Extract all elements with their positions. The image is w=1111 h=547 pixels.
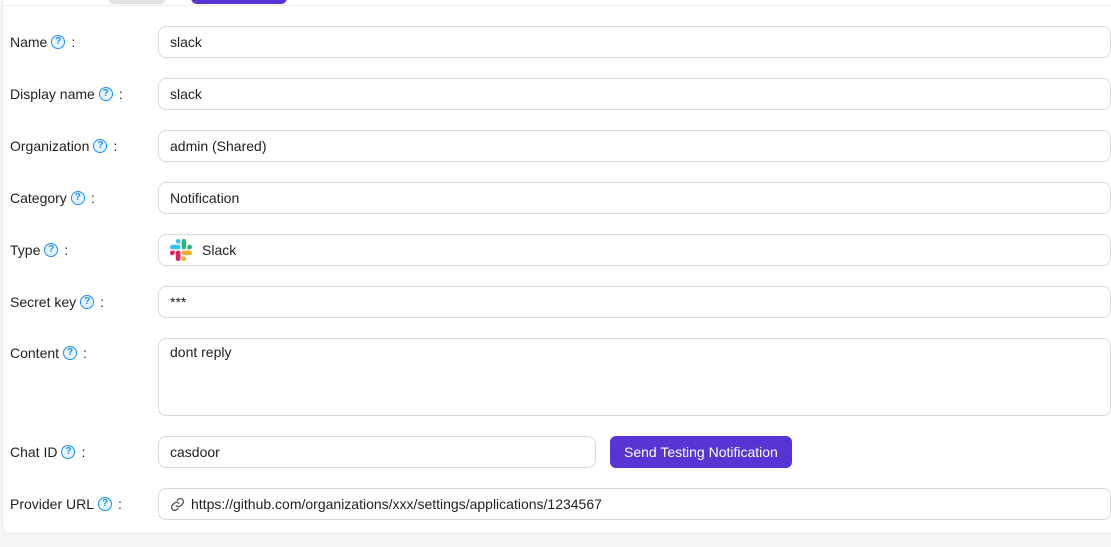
display-name-input[interactable] [158, 78, 1111, 110]
organization-label: Organization ? : [8, 138, 158, 154]
display-name-help-icon[interactable]: ? [98, 87, 113, 101]
label-colon: : [71, 34, 76, 50]
organization-label-text: Organization [10, 138, 90, 154]
provider-url-label: Provider URL ? : [8, 496, 158, 512]
organization-select[interactable]: admin (Shared) [158, 130, 1111, 162]
provider-url-label-text: Provider URL [10, 496, 95, 512]
slack-icon [170, 239, 192, 261]
display-name-label: Display name ? : [8, 86, 158, 102]
label-colon: : [100, 294, 105, 310]
provider-url-help-icon[interactable]: ? [98, 497, 113, 511]
form-row-content: Content ? : dont reply [8, 338, 1111, 416]
content-textarea[interactable]: dont reply [158, 338, 1111, 416]
label-colon: : [64, 242, 69, 258]
form-row-secret-key: Secret key ? : [8, 286, 1111, 318]
category-select-value: Notification [170, 190, 240, 206]
category-help-icon[interactable]: ? [70, 191, 85, 205]
form-row-display-name: Display name ? : [8, 78, 1111, 110]
form-row-chat-id: Chat ID ? : Send Testing Notification [8, 436, 1111, 468]
send-testing-notification-button[interactable]: Send Testing Notification [610, 436, 792, 468]
provider-url-input[interactable] [191, 490, 1099, 518]
secret-key-input[interactable] [158, 286, 1111, 318]
content-help-icon[interactable]: ? [63, 346, 78, 360]
header-primary-button-partial[interactable] [191, 0, 287, 4]
label-colon: : [113, 138, 118, 154]
form-row-type: Type ? : Slack [8, 234, 1111, 266]
secret-key-label: Secret key ? : [8, 294, 158, 310]
form-row-organization: Organization ? : admin (Shared) [8, 130, 1111, 162]
content-label-text: Content [10, 345, 60, 361]
chat-id-label-text: Chat ID [10, 444, 58, 460]
form-row-name: Name ? : [8, 26, 1111, 58]
secret-key-label-text: Secret key [10, 294, 77, 310]
type-help-icon[interactable]: ? [44, 243, 59, 257]
name-label: Name ? : [8, 34, 158, 50]
label-colon: : [118, 86, 123, 102]
name-help-icon[interactable]: ? [51, 35, 66, 49]
type-select[interactable]: Slack [158, 234, 1111, 266]
name-input[interactable] [158, 26, 1111, 58]
secret-key-help-icon[interactable]: ? [80, 295, 95, 309]
type-select-value: Slack [202, 242, 237, 258]
organization-select-value: admin (Shared) [170, 138, 267, 154]
form-row-category: Category ? : Notification [8, 182, 1111, 214]
category-select[interactable]: Notification [158, 182, 1111, 214]
label-colon: : [81, 444, 86, 460]
chat-id-label: Chat ID ? : [8, 444, 158, 460]
content-label: Content ? : [8, 338, 158, 361]
label-colon: : [118, 496, 122, 512]
card-header-divider [3, 5, 1111, 6]
label-colon: : [83, 345, 87, 361]
chat-id-input[interactable] [158, 436, 596, 468]
provider-form: Name ? : Display name ? : Organization ?… [0, 6, 1111, 547]
category-label: Category ? : [8, 190, 158, 206]
chat-id-help-icon[interactable]: ? [61, 445, 76, 459]
organization-help-icon[interactable]: ? [93, 139, 108, 153]
display-name-label-text: Display name [10, 86, 95, 102]
category-label-text: Category [10, 190, 67, 206]
type-label: Type ? : [8, 242, 158, 258]
provider-url-field [158, 488, 1111, 520]
label-colon: : [90, 190, 95, 206]
form-row-provider-url: Provider URL ? : [8, 488, 1111, 520]
name-label-text: Name [10, 34, 48, 50]
link-icon [170, 497, 185, 512]
type-label-text: Type [10, 242, 41, 258]
header-secondary-button-partial[interactable] [108, 0, 166, 4]
